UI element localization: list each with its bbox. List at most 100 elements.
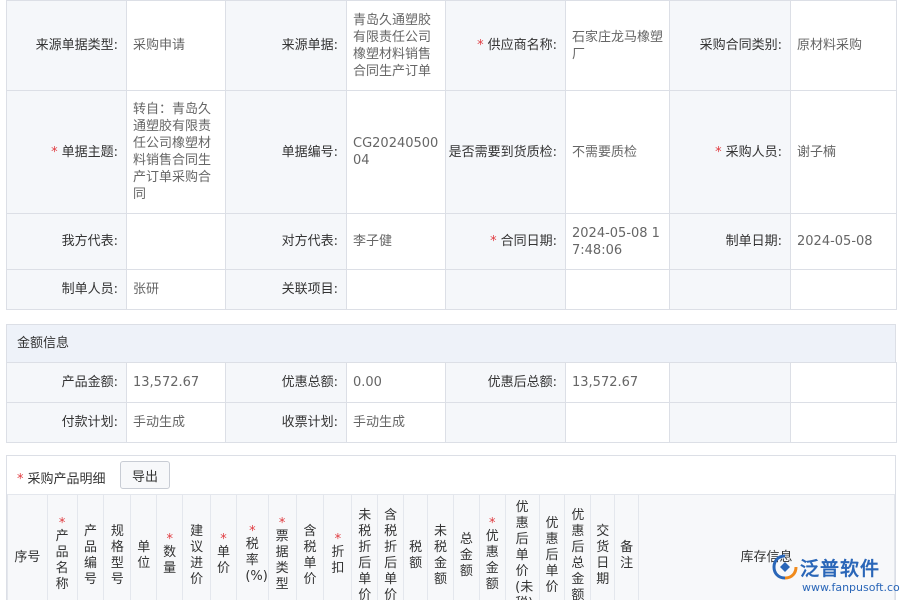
field-label: 是否需要到货质检: <box>445 90 566 214</box>
column-header[interactable]: * 优惠金额 <box>478 494 506 600</box>
field-label: 收票计划: <box>225 402 347 443</box>
fanpu-logo-icon <box>772 554 798 580</box>
export-button[interactable]: 导出 <box>120 461 170 489</box>
column-header[interactable]: 单位 <box>130 494 158 600</box>
form-row: 来源单据类型: 采购申请 来源单据: 青岛久通塑胶有限责任公司橡塑材料销售合同生产订单… <box>6 0 897 91</box>
field-label: 对方代表: <box>225 213 347 270</box>
field-label: 制单人员: <box>6 269 127 310</box>
required-mark: * <box>58 515 66 531</box>
field-value[interactable]: 13,572.67 <box>126 362 226 403</box>
field-label: 我方代表: <box>6 213 127 270</box>
field-label <box>669 402 791 443</box>
field-value[interactable]: 手动生成 <box>346 402 446 443</box>
field-value[interactable]: 原材料采购 <box>790 0 897 91</box>
product-detail-title: * 采购产品明细 <box>17 472 106 487</box>
column-header[interactable]: 税额 <box>403 494 429 600</box>
column-header[interactable]: 序号 <box>7 494 48 600</box>
field-label <box>445 269 566 310</box>
column-header[interactable]: * 票据类型 <box>267 494 297 600</box>
form-row: * 单据主题: 转自：青岛久通塑胶有限责任公司橡塑材料销售合同生产订单采购合同 单据编… <box>6 90 897 214</box>
required-mark: * <box>489 515 496 531</box>
table-header-row: 序号 * 产品名称 产品编号 规格型号 单位 * 数量 建议进价 * 单价 * 税率(%) * 票据类型 含税… <box>7 494 895 600</box>
column-header[interactable]: * 税率(%) <box>235 494 269 600</box>
required-mark: * <box>334 531 342 547</box>
field-label: 单据编号: <box>225 90 347 214</box>
product-detail-section: * 采购产品明细 导出 序号 * 产品名称 产品编号 规格型号 单位 * 数量 建议进价 * 单价 * 税… <box>6 455 896 600</box>
form-row: 制单人员: 张研 关联项目: <box>6 269 897 310</box>
column-header[interactable]: * 单价 <box>210 494 237 600</box>
field-value[interactable]: 13,572.67 <box>565 362 670 403</box>
required-mark: * <box>51 144 58 160</box>
field-label: 制单日期: <box>669 213 791 270</box>
main-form: 来源单据类型: 采购申请 来源单据: 青岛久通塑胶有限责任公司橡塑材料销售合同生产订单… <box>6 0 897 310</box>
field-value[interactable]: 手动生成 <box>126 402 226 443</box>
field-value[interactable]: 2024-05-08 17:48:06 <box>565 213 670 270</box>
column-header[interactable]: 优惠后总金额 <box>564 494 592 600</box>
required-mark: * <box>249 523 256 539</box>
column-header[interactable]: 优惠后单价 <box>538 494 566 600</box>
field-label: 优惠后总额: <box>445 362 566 403</box>
amount-section-title: 金额信息 <box>17 336 70 351</box>
column-header[interactable]: 规格型号 <box>103 494 132 600</box>
watermark-url: www.fanpusoft.com <box>802 581 900 594</box>
column-header[interactable]: 未税金额 <box>427 494 454 600</box>
required-mark: * <box>490 234 497 249</box>
required-mark: * <box>166 531 173 547</box>
field-value <box>790 402 897 443</box>
required-mark: * <box>278 515 286 531</box>
field-label <box>669 269 791 310</box>
required-mark: * <box>17 472 24 487</box>
watermark: 泛普软件 www.fanpusoft.com <box>772 552 900 598</box>
field-value[interactable]: 张研 <box>126 269 226 310</box>
column-header[interactable]: 含税折后单价 <box>377 494 405 600</box>
field-label: * 供应商名称: <box>445 0 566 91</box>
field-value[interactable]: CG2024050004 <box>346 90 446 214</box>
field-value[interactable] <box>126 213 226 270</box>
column-header[interactable]: * 产品名称 <box>46 494 78 600</box>
column-header[interactable]: * 数量 <box>156 494 184 600</box>
form-row: 付款计划: 手动生成 收票计划: 手动生成 <box>6 402 897 443</box>
field-value[interactable]: 李子健 <box>346 213 446 270</box>
column-header[interactable]: 总金额 <box>452 494 480 600</box>
field-label: 优惠总额: <box>225 362 347 403</box>
amount-section-header: 金额信息 <box>6 324 896 362</box>
field-value[interactable]: 采购申请 <box>126 0 226 91</box>
field-value <box>565 269 670 310</box>
column-header[interactable]: 产品编号 <box>76 494 105 600</box>
watermark-brand: 泛普软件 <box>800 558 881 580</box>
field-label: 关联项目: <box>225 269 347 310</box>
form-row: 我方代表: 对方代表: 李子健 * 合同日期: 2024-05-08 17:48:06 制单… <box>6 213 897 270</box>
field-value[interactable]: 不需要质检 <box>565 90 670 214</box>
field-value[interactable]: 2024-05-08 <box>790 213 897 270</box>
field-label: 来源单据: <box>225 0 347 91</box>
column-header[interactable]: 优惠后单价(未税) <box>504 494 540 600</box>
required-mark: * <box>715 144 722 160</box>
field-label: 付款计划: <box>6 402 127 443</box>
column-header[interactable]: * 折扣 <box>323 494 353 600</box>
column-header[interactable]: 含税单价 <box>295 494 325 600</box>
form-row: 产品金额: 13,572.67 优惠总额: 0.00 优惠后总额: 13,572.67 <box>6 362 897 403</box>
column-header[interactable]: 交货日期 <box>590 494 616 600</box>
field-value[interactable]: 青岛久通塑胶有限责任公司橡塑材料销售合同生产订单 <box>346 0 446 91</box>
amount-form: 产品金额: 13,572.67 优惠总额: 0.00 优惠后总额: 13,572.67 付款… <box>6 362 897 443</box>
field-value <box>565 402 670 443</box>
field-value <box>790 362 897 403</box>
field-label: * 单据主题: <box>6 90 127 214</box>
field-label: 来源单据类型: <box>6 0 127 91</box>
field-label: * 采购人员: <box>669 90 791 214</box>
field-label: 采购合同类别: <box>669 0 791 91</box>
field-value <box>790 269 897 310</box>
field-label: * 合同日期: <box>445 213 566 270</box>
required-mark: * <box>220 531 227 547</box>
field-value[interactable] <box>346 269 446 310</box>
field-value[interactable]: 转自：青岛久通塑胶有限责任公司橡塑材料销售合同生产订单采购合同 <box>126 90 226 214</box>
column-header[interactable]: 未税折后单价 <box>351 494 379 600</box>
field-value[interactable]: 石家庄龙马橡塑厂 <box>565 0 670 91</box>
column-header[interactable]: 建议进价 <box>182 494 212 600</box>
field-value[interactable]: 0.00 <box>346 362 446 403</box>
field-value[interactable]: 谢子楠 <box>790 90 897 214</box>
field-label: 产品金额: <box>6 362 127 403</box>
field-label <box>669 362 791 403</box>
required-mark: * <box>477 38 484 53</box>
column-header[interactable]: 备注 <box>614 494 640 600</box>
